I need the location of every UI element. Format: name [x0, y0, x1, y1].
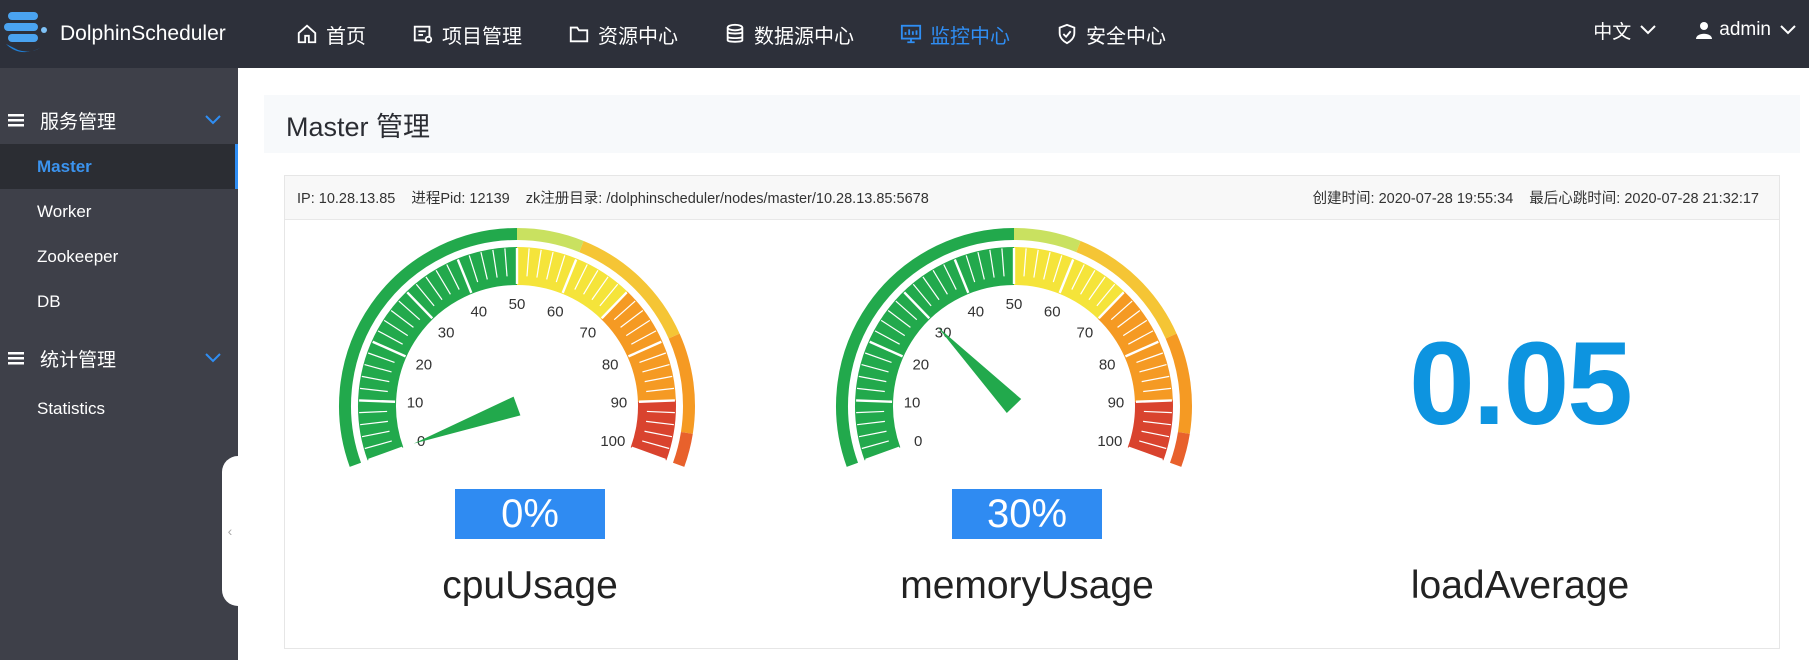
gauge-outer-arc — [1165, 333, 1192, 434]
gauge-band — [358, 247, 518, 461]
username: admin — [1719, 19, 1771, 40]
nav-datasource[interactable]: 数据源中心 — [724, 20, 854, 49]
folder-icon — [569, 26, 589, 43]
sidebar-group-service[interactable]: 服务管理 — [0, 96, 238, 144]
gauge-tick — [1135, 399, 1172, 403]
gauge-tick — [359, 399, 396, 403]
heartbeat-time: 最后心跳时间: 2020-07-28 21:32:17 — [1529, 191, 1759, 207]
gauge-tick-label: 40 — [470, 303, 487, 320]
load-average-label: loadAverage — [1410, 564, 1630, 607]
gauge-tick-label: 60 — [1044, 303, 1061, 320]
cpu-usage-value: 0% — [455, 489, 605, 539]
sidebar-item-db[interactable]: DB — [0, 279, 238, 324]
sidebar-group-label: 服务管理 — [40, 111, 117, 133]
user-dropdown[interactable]: admin — [1695, 19, 1797, 41]
nav-resources[interactable]: 资源中心 — [568, 20, 678, 49]
load-average-value: 0.05 — [1409, 318, 1633, 450]
monitor-icon — [900, 24, 922, 44]
main-content: Master 管理 IP: 10.28.13.85 进程Pid: 12139 z… — [238, 68, 1809, 660]
gauge-tick — [638, 399, 675, 403]
cpu-usage-label: cpuUsage — [442, 564, 618, 607]
gauge-tick-label: 10 — [904, 394, 921, 411]
gauge-tick-label: 70 — [580, 325, 597, 342]
sidebar-group-statistics[interactable]: 统计管理 — [0, 334, 238, 382]
language-dropdown[interactable]: 中文 — [1593, 17, 1657, 44]
gauge-outer-arc — [516, 228, 584, 253]
nav-home[interactable]: 首页 — [296, 20, 366, 49]
gauge-tick-label: 70 — [1077, 325, 1094, 342]
gauge-outer-arc — [1169, 431, 1190, 467]
gauge-tick-label: 20 — [912, 357, 929, 374]
nav-label: 项目管理 — [442, 25, 522, 48]
gauge-band — [1127, 400, 1173, 461]
gauge-tick-label: 80 — [1099, 357, 1116, 374]
page-title: Master 管理 — [264, 95, 1800, 153]
menu-icon — [8, 352, 24, 365]
brand[interactable]: DolphinScheduler — [0, 8, 226, 60]
gauge-needle — [413, 396, 521, 444]
nav-label: 监控中心 — [930, 25, 1010, 48]
user-icon — [1696, 22, 1713, 39]
sidebar-group-label: 统计管理 — [40, 349, 117, 371]
gauge-tick-label: 20 — [415, 357, 432, 374]
nav-monitor[interactable]: 监控中心 — [900, 20, 1010, 49]
nav-projects[interactable]: 项目管理 — [412, 20, 522, 49]
main-nav: 首页 项目管理 资源中心 数据源中心 监控中心 安全中心 — [296, 0, 1212, 68]
gauge-outer-arc — [672, 431, 693, 467]
gauge-tick-label: 100 — [600, 433, 625, 450]
language-label: 中文 — [1593, 21, 1632, 43]
create-time: 创建时间: 2020-07-28 19:55:34 — [1312, 191, 1514, 207]
nav-label: 首页 — [326, 25, 366, 48]
menu-icon — [8, 114, 24, 127]
nav-label: 安全中心 — [1086, 25, 1166, 48]
chevron-down-icon — [1640, 25, 1656, 35]
gauge-outer-arc — [1013, 228, 1081, 253]
gauge-tick-label: 80 — [602, 357, 619, 374]
brand-name: DolphinScheduler — [60, 22, 226, 45]
chevron-left-icon: ‹ — [227, 523, 233, 539]
gauge-tick-label: 40 — [967, 303, 984, 320]
top-right-controls: 中文 admin — [1593, 0, 1809, 60]
chevron-down-icon — [205, 115, 221, 125]
sidebar-item-statistics[interactable]: Statistics — [0, 386, 238, 431]
dolphin-logo-icon — [4, 12, 47, 53]
gauge-band — [855, 247, 1015, 461]
gauge-tick-label: 30 — [438, 325, 455, 342]
gauge-tick-label: 100 — [1097, 433, 1122, 450]
gauge-tick-label: 50 — [1006, 296, 1023, 313]
nav-label: 数据源中心 — [754, 25, 854, 48]
gauge-band — [630, 400, 676, 461]
gauge-tick-label: 90 — [611, 394, 628, 411]
gauge-outer-arc — [668, 333, 695, 434]
sidebar-collapse-handle[interactable]: ‹ — [222, 456, 238, 606]
nav-label: 资源中心 — [598, 25, 678, 48]
master-panel: IP: 10.28.13.85 进程Pid: 12139 zk注册目录: /do… — [284, 175, 1780, 649]
sidebar-item-master[interactable]: Master — [0, 144, 238, 189]
sidebar-item-zookeeper[interactable]: Zookeeper — [0, 234, 238, 279]
home-icon — [297, 24, 317, 44]
sidebar-item-worker[interactable]: Worker — [0, 189, 238, 234]
info-right: 创建时间: 2020-07-28 19:55:34 最后心跳时间: 2020-0… — [1313, 187, 1759, 208]
top-navbar: DolphinScheduler 首页 项目管理 资源中心 数据源中心 监控中心… — [0, 0, 1809, 68]
shield-icon — [1058, 23, 1076, 45]
sidebar: 服务管理 Master Worker Zookeeper DB 统计管理 Sta… — [0, 68, 238, 660]
memory-usage-label: memoryUsage — [900, 564, 1154, 607]
chevron-down-icon — [205, 353, 221, 363]
gauge-tick-label: 0 — [914, 433, 922, 450]
project-icon — [413, 25, 433, 44]
database-icon — [726, 23, 744, 43]
gauge-tick — [856, 399, 893, 403]
nav-security[interactable]: 安全中心 — [1056, 20, 1166, 49]
gauge-tick-label: 50 — [509, 296, 526, 313]
gauge-needle — [937, 326, 1022, 413]
gauge-tick-label: 60 — [547, 303, 564, 320]
chevron-down-icon — [1780, 25, 1796, 35]
memory-usage-value: 30% — [952, 489, 1102, 539]
gauge-tick-label: 90 — [1108, 394, 1125, 411]
gauge-tick-label: 10 — [407, 394, 424, 411]
